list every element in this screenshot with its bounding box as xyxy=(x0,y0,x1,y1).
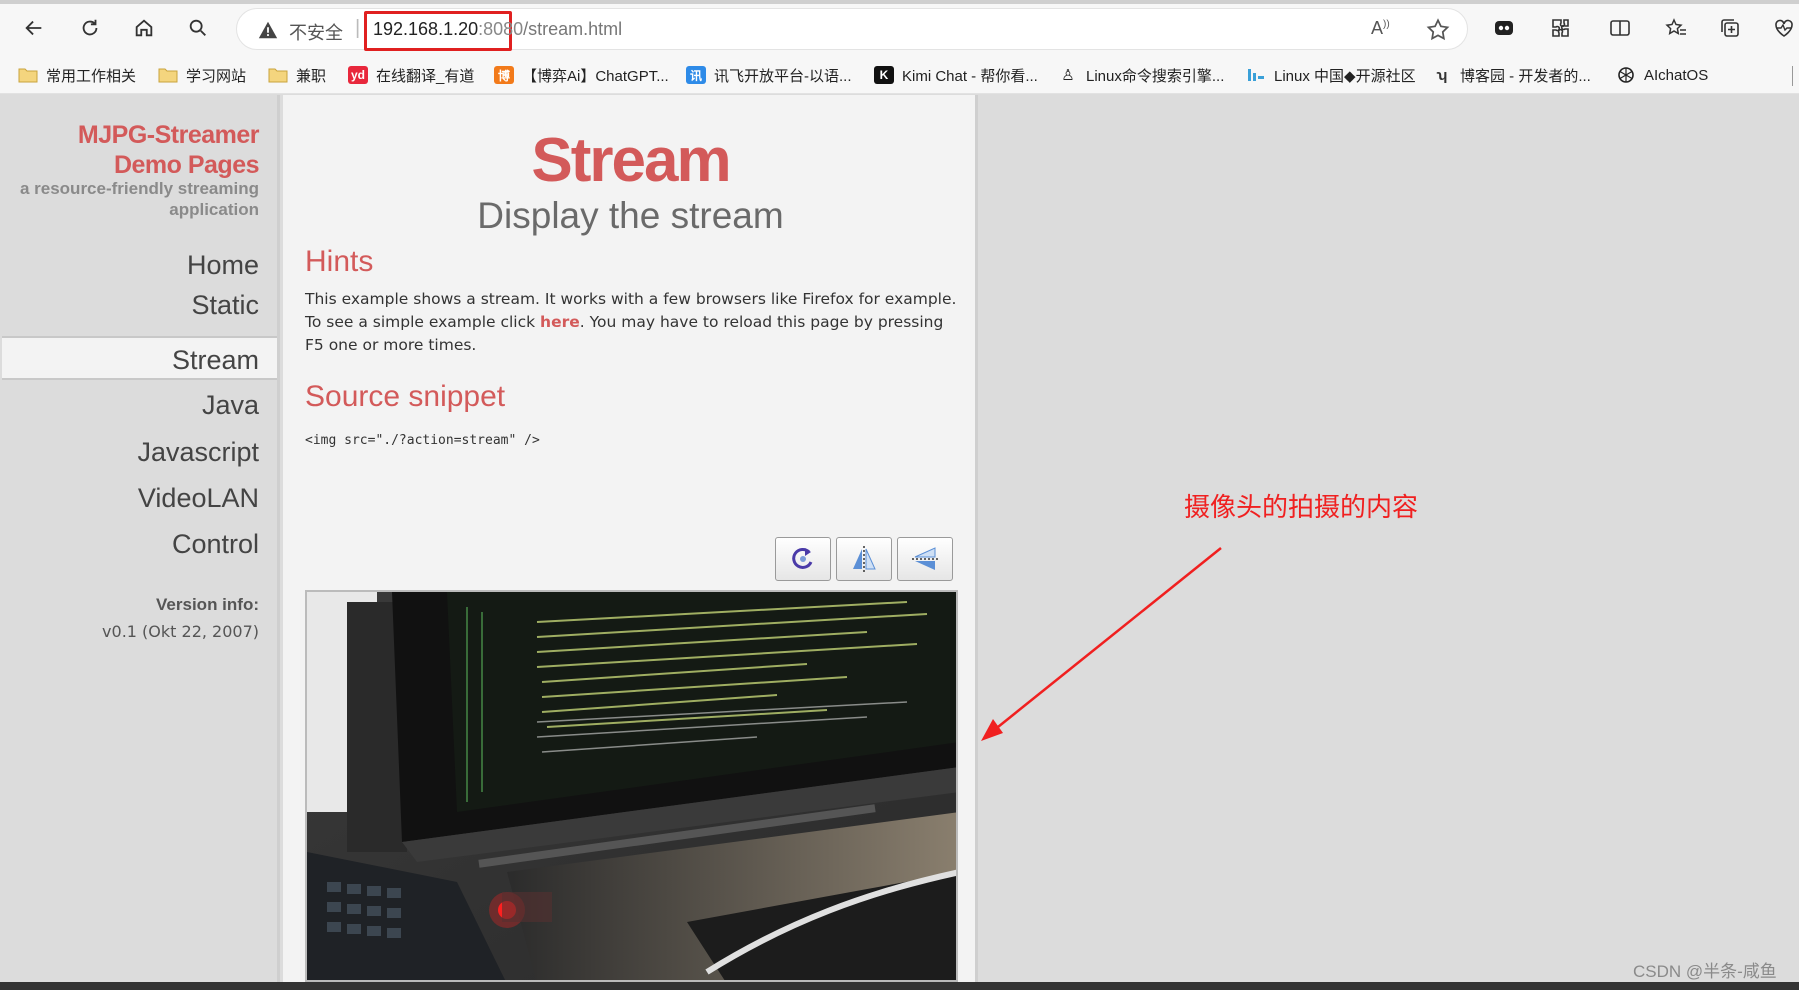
reload-icon[interactable] xyxy=(72,10,108,46)
extension-icon[interactable] xyxy=(1490,14,1518,42)
main-content: Stream Display the stream Hints This exa… xyxy=(283,95,978,982)
cnblogs-icon: ʮ xyxy=(1436,66,1448,84)
annotation-label: 摄像头的拍摄的内容 xyxy=(1184,493,1419,523)
xunfei-icon: 讯 xyxy=(686,66,706,84)
sidebar-item-java[interactable]: Java xyxy=(2,383,277,427)
browser-toolbar: 不安全 | 192.168.1.20:8080/stream.html A)) xyxy=(0,0,1799,56)
penguin-icon: ♙ xyxy=(1061,67,1075,84)
bookmarks-divider xyxy=(1792,66,1793,86)
sidebar: MJPG-Streamer Demo Pages a resource-frie… xyxy=(2,95,280,982)
youdao-icon: yd xyxy=(348,66,368,84)
page-title: Stream xyxy=(531,126,731,195)
folder-icon xyxy=(18,66,38,84)
site-title: MJPG-Streamer Demo Pages xyxy=(77,120,260,180)
bookmark-xunfei[interactable]: 讯讯飞开放平台-以语... xyxy=(686,62,852,88)
folder-icon xyxy=(268,66,288,84)
watermark: CSDN @半条-咸鱼 xyxy=(1633,962,1777,981)
bookmark-linux-cn[interactable]: Linux 中国◆开源社区 xyxy=(1246,62,1416,88)
bookmark-kimi[interactable]: K Kimi Chat - 帮你看... xyxy=(874,62,1038,88)
kimi-icon: K xyxy=(874,66,894,84)
rotate-icon xyxy=(792,547,813,569)
health-icon[interactable] xyxy=(1770,14,1798,42)
bookmark-aichatos[interactable]: AIchatOS xyxy=(1616,62,1708,88)
flip-vertical-button[interactable] xyxy=(836,537,892,581)
flip-horizontal-icon xyxy=(912,547,938,570)
url-separator: | xyxy=(355,17,361,39)
bookmark-boyi-chatgpt[interactable]: 博【博弈Ai】ChatGPT... xyxy=(494,62,669,88)
sidebar-item-static[interactable]: Static xyxy=(2,283,277,327)
boyi-icon: 博 xyxy=(494,66,514,84)
collections-icon[interactable] xyxy=(1716,14,1744,42)
flip-horizontal-button[interactable] xyxy=(897,537,953,581)
sidebar-item-stream[interactable]: Stream xyxy=(2,336,277,380)
linuxcn-icon xyxy=(1246,66,1266,84)
url-host: 192.168.1.20 xyxy=(373,19,479,39)
sidebar-item-control[interactable]: Control xyxy=(2,522,277,566)
back-icon[interactable] xyxy=(16,10,52,46)
folder-icon xyxy=(158,66,178,84)
bookmark-linux-cmd[interactable]: ♙ Linux命令搜索引擎... xyxy=(1058,62,1224,88)
star-icon[interactable] xyxy=(1425,17,1451,43)
home-icon[interactable] xyxy=(126,10,162,46)
source-snippet-heading: Source snippet xyxy=(305,380,506,413)
page-viewport: MJPG-Streamer Demo Pages a resource-frie… xyxy=(0,95,1799,990)
bookmark-folder-study[interactable]: 学习网站 xyxy=(158,62,246,88)
bookmark-folder-work[interactable]: 常用工作相关 xyxy=(18,62,136,88)
url-text[interactable]: 192.168.1.20:8080/stream.html xyxy=(373,19,622,40)
split-screen-icon[interactable] xyxy=(1606,14,1634,42)
version-label: Version info: xyxy=(156,595,259,614)
site-title-line2: Demo Pages xyxy=(113,151,260,179)
bookmark-folder-parttime[interactable]: 兼职 xyxy=(268,62,326,88)
bookmark-youdao[interactable]: yd 在线翻译_有道 xyxy=(348,62,474,88)
puzzle-icon[interactable] xyxy=(1546,14,1574,42)
read-aloud-icon[interactable]: A)) xyxy=(1371,18,1395,42)
stream-image xyxy=(305,590,958,982)
openai-icon xyxy=(1616,66,1636,84)
annotation-arrow xyxy=(981,547,1222,741)
sidebar-item-videolan[interactable]: VideoLAN xyxy=(2,476,277,520)
rotate-button[interactable] xyxy=(775,537,831,581)
url-port: :8080 xyxy=(478,19,524,39)
site-title-line1: MJPG-Streamer xyxy=(77,121,260,149)
hints-text: This example shows a stream. It works wi… xyxy=(305,288,965,357)
camera-feed-image xyxy=(307,592,956,980)
code-snippet: <img src="./?action=stream" /> xyxy=(305,433,540,448)
hints-here-link[interactable]: here xyxy=(540,313,580,331)
search-icon[interactable] xyxy=(180,10,216,46)
page-subtitle: Display the stream xyxy=(477,195,784,236)
site-subtitle: a resource-friendly streaming applicatio… xyxy=(19,179,259,219)
version-value: v0.1 (Okt 22, 2007) xyxy=(102,622,259,641)
empty-right-pane: 摄像头的拍摄的内容 xyxy=(981,95,1799,990)
screen-bottom-edge xyxy=(0,982,1799,990)
bookmark-cnblogs[interactable]: ʮ 博客园 - 开发者的... xyxy=(1432,62,1591,88)
security-label[interactable]: 不安全 xyxy=(289,19,343,45)
warning-icon[interactable] xyxy=(257,19,279,41)
sidebar-item-home[interactable]: Home xyxy=(2,243,277,287)
hints-heading: Hints xyxy=(305,245,374,278)
sidebar-item-javascript[interactable]: Javascript xyxy=(2,430,277,474)
favorites-icon[interactable] xyxy=(1662,14,1690,42)
bookmarks-bar: 常用工作相关 学习网站 兼职 yd 在线翻译_有道 博【博弈Ai】ChatGPT.… xyxy=(0,56,1799,94)
url-path: /stream.html xyxy=(523,19,623,39)
address-bar[interactable]: 不安全 | 192.168.1.20:8080/stream.html A)) xyxy=(236,8,1468,51)
flip-vertical-icon xyxy=(853,546,876,572)
tab-strip xyxy=(0,0,1799,4)
